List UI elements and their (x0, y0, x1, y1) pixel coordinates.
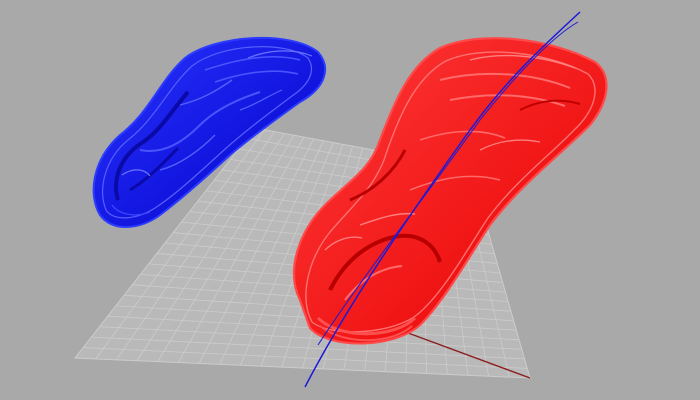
perspective-viewport[interactable] (0, 0, 700, 400)
viewport-canvas (74, 11, 608, 388)
